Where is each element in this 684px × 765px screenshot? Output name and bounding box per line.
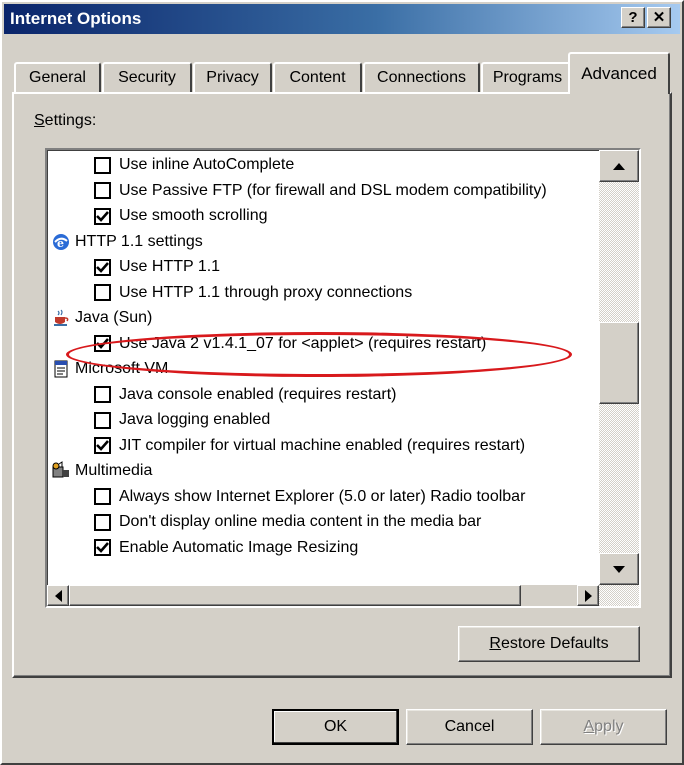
- tab-advanced[interactable]: Advanced: [568, 52, 670, 94]
- checkbox-unchecked[interactable]: [94, 513, 111, 531]
- close-icon: ✕: [652, 9, 666, 26]
- tab-label: Programs: [492, 69, 563, 86]
- scroll-left-button[interactable]: [47, 585, 69, 606]
- setting-category-row: Microsoft VM: [51, 357, 168, 381]
- setting-checkbox-row[interactable]: Use HTTP 1.1: [94, 255, 220, 279]
- ok-button[interactable]: OK: [272, 709, 399, 745]
- hscroll-thumb[interactable]: [69, 585, 521, 606]
- checkbox-unchecked[interactable]: [94, 284, 111, 301]
- cancel-button[interactable]: Cancel: [406, 709, 533, 745]
- multimedia-icon: [51, 461, 71, 481]
- checkbox-checked[interactable]: [94, 437, 111, 454]
- tab-label: Privacy: [206, 69, 259, 86]
- setting-label: Java console enabled (requires restart): [119, 385, 397, 403]
- button-label: OK: [323, 718, 348, 735]
- java-cup-icon: [51, 308, 71, 328]
- window-title: Internet Options: [10, 9, 142, 28]
- document-icon: [51, 359, 71, 379]
- help-button[interactable]: ?: [621, 7, 645, 28]
- restore-defaults-button[interactable]: Restore Defaults: [458, 626, 640, 662]
- scroll-thumb[interactable]: [599, 322, 639, 404]
- checkbox-checked[interactable]: [94, 258, 111, 276]
- checkbox-unchecked[interactable]: [94, 411, 111, 429]
- tab-privacy[interactable]: Privacy: [193, 62, 272, 92]
- apply-button[interactable]: Apply: [540, 709, 667, 745]
- setting-checkbox-row[interactable]: Always show Internet Explorer (5.0 or la…: [94, 485, 525, 509]
- setting-label: Use inline AutoComplete: [119, 156, 295, 173]
- setting-checkbox-row[interactable]: Use HTTP 1.1 through proxy connections: [94, 281, 412, 305]
- mnemonic: S: [34, 112, 45, 129]
- checkbox-unchecked[interactable]: [94, 488, 111, 505]
- button-label: estore Defaults: [500, 635, 609, 652]
- settings-listbox[interactable]: Use inline AutoComplete Use Passive FTP (…: [45, 148, 641, 608]
- setting-label: Java logging enabled: [119, 411, 271, 428]
- arrow-right-icon: [584, 589, 592, 602]
- tab-security[interactable]: Security: [102, 62, 192, 92]
- mnemonic: R: [489, 635, 501, 652]
- setting-label: Use Passive FTP (for firewall and DSL mo…: [119, 181, 547, 199]
- tab-label: Advanced: [581, 64, 657, 83]
- arrow-down-icon: [613, 565, 625, 573]
- setting-checkbox-row[interactable]: Enable Automatic Image Resizing: [94, 536, 358, 560]
- setting-label: Enable Automatic Image Resizing: [119, 538, 359, 556]
- tab-label: Security: [118, 69, 176, 86]
- setting-checkbox-row[interactable]: Java console enabled (requires restart): [94, 383, 396, 407]
- setting-label: Always show Internet Explorer (5.0 or la…: [119, 487, 526, 505]
- checkbox-unchecked[interactable]: [94, 182, 111, 199]
- scroll-right-button[interactable]: [577, 585, 599, 606]
- checkbox-unchecked[interactable]: [94, 386, 111, 403]
- tab-programs[interactable]: Programs: [481, 62, 574, 92]
- checkbox-checked[interactable]: [94, 207, 111, 225]
- settings-label: Settings:: [34, 112, 96, 130]
- setting-checkbox-row[interactable]: Use Java 2 v1.4.1_07 for <applet> (requi…: [94, 332, 486, 356]
- mnemonic: A: [583, 718, 595, 735]
- setting-label: Microsoft VM: [75, 360, 169, 377]
- arrow-up-icon: [613, 162, 625, 170]
- checkbox-unchecked[interactable]: [94, 156, 111, 174]
- setting-label: Use Java 2 v1.4.1_07 for <applet> (requi…: [119, 334, 487, 352]
- tab-label: Content: [289, 69, 346, 86]
- setting-label: Don't display online media content in th…: [119, 513, 482, 530]
- setting-checkbox-row[interactable]: JIT compiler for virtual machine enabled…: [94, 434, 525, 458]
- setting-checkbox-row[interactable]: Use Passive FTP (for firewall and DSL mo…: [94, 179, 547, 203]
- setting-category-row: Java (Sun): [51, 306, 152, 330]
- setting-label: Use HTTP 1.1: [119, 258, 221, 275]
- setting-category-row: e HTTP 1.1 settings: [51, 230, 203, 254]
- setting-label: Use HTTP 1.1 through proxy connections: [119, 283, 413, 301]
- setting-label: JIT compiler for virtual machine enabled…: [119, 436, 526, 454]
- tab-label: Connections: [377, 69, 466, 86]
- tab-content[interactable]: Content: [273, 62, 362, 92]
- svg-text:e: e: [57, 237, 64, 250]
- checkbox-checked[interactable]: [94, 539, 111, 556]
- arrow-left-icon: [54, 589, 62, 602]
- scroll-down-button[interactable]: [599, 553, 639, 585]
- close-button[interactable]: ✕: [647, 7, 671, 28]
- ie-globe-icon: e: [51, 232, 71, 252]
- horizontal-scrollbar[interactable]: [47, 585, 599, 606]
- title-bar[interactable]: Internet Options: [4, 4, 680, 34]
- checkbox-checked[interactable]: [94, 335, 111, 352]
- setting-label: Java (Sun): [75, 309, 153, 326]
- setting-checkbox-row[interactable]: Use inline AutoComplete: [94, 153, 294, 177]
- setting-category-row: Multimedia: [51, 459, 152, 483]
- help-icon: ?: [628, 9, 638, 26]
- setting-checkbox-row[interactable]: Don't display online media content in th…: [94, 510, 481, 534]
- tab-connections[interactable]: Connections: [363, 62, 480, 92]
- vertical-scrollbar[interactable]: [599, 150, 639, 585]
- scrollbar-corner: [599, 585, 639, 606]
- tab-label: General: [29, 69, 86, 86]
- button-label: Cancel: [444, 718, 495, 735]
- button-label: pply: [594, 718, 624, 735]
- label-text: ettings:: [44, 112, 97, 129]
- setting-label: Multimedia: [75, 462, 153, 479]
- tab-general[interactable]: General: [14, 62, 101, 92]
- setting-label: Use smooth scrolling: [119, 207, 268, 224]
- setting-checkbox-row[interactable]: Use smooth scrolling: [94, 204, 268, 228]
- scroll-up-button[interactable]: [599, 150, 639, 182]
- setting-checkbox-row[interactable]: Java logging enabled: [94, 408, 270, 432]
- internet-options-dialog: Internet Options ? ✕ General Security Pr…: [0, 0, 684, 765]
- setting-label: HTTP 1.1 settings: [75, 232, 203, 250]
